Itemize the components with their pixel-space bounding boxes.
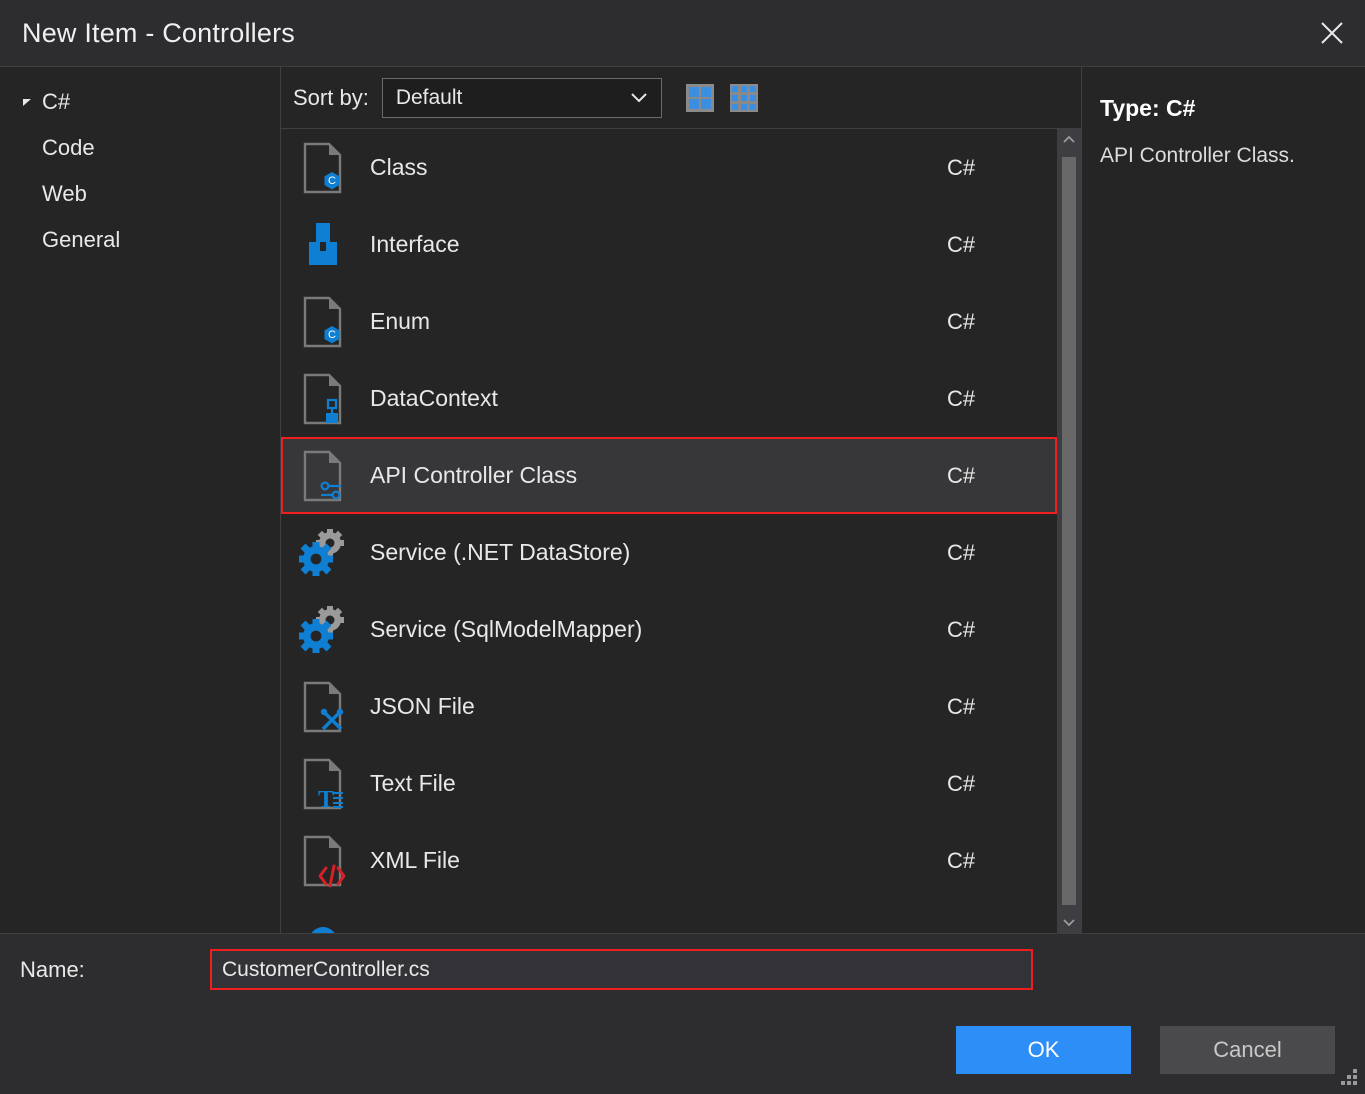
template-language: C# [947,308,976,334]
template-name: JSON File [370,693,475,719]
table-row[interactable]: Interface C# [281,206,1057,283]
csharp-enum-icon: C [295,295,351,349]
template-name: XML File [370,847,460,873]
sort-by-value: Default [395,85,463,109]
large-grid-icon[interactable] [685,83,715,113]
template-language: C# [947,770,976,796]
svg-text:C: C [328,329,336,341]
template-name: API Controller Class [370,462,578,488]
api-controller-icon [295,449,351,503]
small-grid-icon[interactable] [729,83,759,113]
table-row[interactable]: C Enum C# [281,283,1057,360]
template-language: C# [947,385,976,411]
interface-icon [295,218,351,272]
sort-by-label: Sort by: [293,84,369,110]
scrollbar-track[interactable] [1057,151,1081,911]
category-tree: C# Code Web General [0,67,281,933]
template-name: Service (.NET DataStore) [370,539,631,565]
template-language: C# [947,539,976,565]
template-language: C# [947,231,976,257]
datacontext-icon [295,372,351,426]
table-row-partial[interactable] [281,899,1057,933]
template-name: Service (SqlModelMapper) [370,616,643,642]
chevron-down-icon [629,91,649,105]
name-label: Name: [20,956,85,982]
template-browser: Sort by: Default C Class C# Interface C#… [281,67,1082,933]
sidebar-item-label: Web [42,181,87,206]
template-language: C# [947,616,976,642]
template-list: C Class C# Interface C# C Enum C# DataCo… [281,129,1057,933]
sidebar-item-label: Code [42,135,95,160]
xml-file-icon [295,834,351,888]
sidebar-item-web[interactable]: Web [0,171,280,217]
svg-text:T: T [318,787,334,811]
scroll-up-arrow-icon[interactable] [1057,129,1081,151]
details-panel: Type: C# API Controller Class. [1082,67,1365,933]
service-gears-icon [295,603,351,657]
partial-item-icon [295,899,351,933]
resize-grip-icon[interactable] [1337,1067,1359,1089]
template-list-region: C Class C# Interface C# C Enum C# DataCo… [281,129,1081,933]
list-toolbar: Sort by: Default [281,67,1081,129]
table-row[interactable]: C Class C# [281,129,1057,206]
ok-button[interactable]: OK [956,1025,1131,1074]
dialog-titlebar: New Item - Controllers [0,0,1365,66]
template-language: C# [947,847,976,873]
dialog-body: C# Code Web General Sort by: Default C C… [0,66,1365,933]
name-bar: Name: [0,933,1365,1005]
table-row[interactable]: T Text File C# [281,745,1057,822]
table-row[interactable]: Service (SqlModelMapper) C# [281,591,1057,668]
dialog-footer: OK Cancel [0,1005,1365,1094]
template-name: Class [370,154,428,180]
new-item-dialog: New Item - Controllers C# Code Web Gener… [0,0,1365,1094]
json-file-icon [295,680,351,734]
detail-description: API Controller Class. [1100,144,1295,167]
svg-text:C: C [328,175,336,187]
table-row[interactable]: Service (.NET DataStore) C# [281,514,1057,591]
view-mode-toggles [685,83,759,113]
name-input[interactable] [210,949,1033,990]
scroll-down-arrow-icon[interactable] [1057,911,1081,933]
close-icon[interactable] [1299,0,1365,66]
template-language: C# [947,462,976,488]
template-name: Interface [370,231,460,257]
expand-triangle-icon [16,96,38,108]
sidebar-item-label: General [42,227,121,252]
detail-type: Type: C# [1100,95,1196,121]
service-gears-icon [295,526,351,580]
template-name: DataContext [370,385,498,411]
table-row[interactable]: XML File C# [281,822,1057,899]
cancel-button[interactable]: Cancel [1160,1025,1335,1074]
sidebar-item-label: C# [42,89,71,114]
sidebar-item-csharp[interactable]: C# [0,79,280,125]
sidebar-item-general[interactable]: General [0,217,280,263]
csharp-class-icon: C [295,141,351,195]
table-row[interactable]: JSON File C# [281,668,1057,745]
dialog-title: New Item - Controllers [22,17,295,48]
scrollbar-thumb[interactable] [1062,157,1076,905]
table-row-selected[interactable]: API Controller Class C# [281,437,1057,514]
sidebar-item-code[interactable]: Code [0,125,280,171]
list-scrollbar[interactable] [1057,129,1081,933]
table-row[interactable]: DataContext C# [281,360,1057,437]
text-file-icon: T [295,757,351,811]
template-name: Enum [370,308,431,334]
template-name: Text File [370,770,456,796]
template-language: C# [947,154,976,180]
template-language: C# [947,693,976,719]
sort-by-select[interactable]: Default [381,77,662,118]
